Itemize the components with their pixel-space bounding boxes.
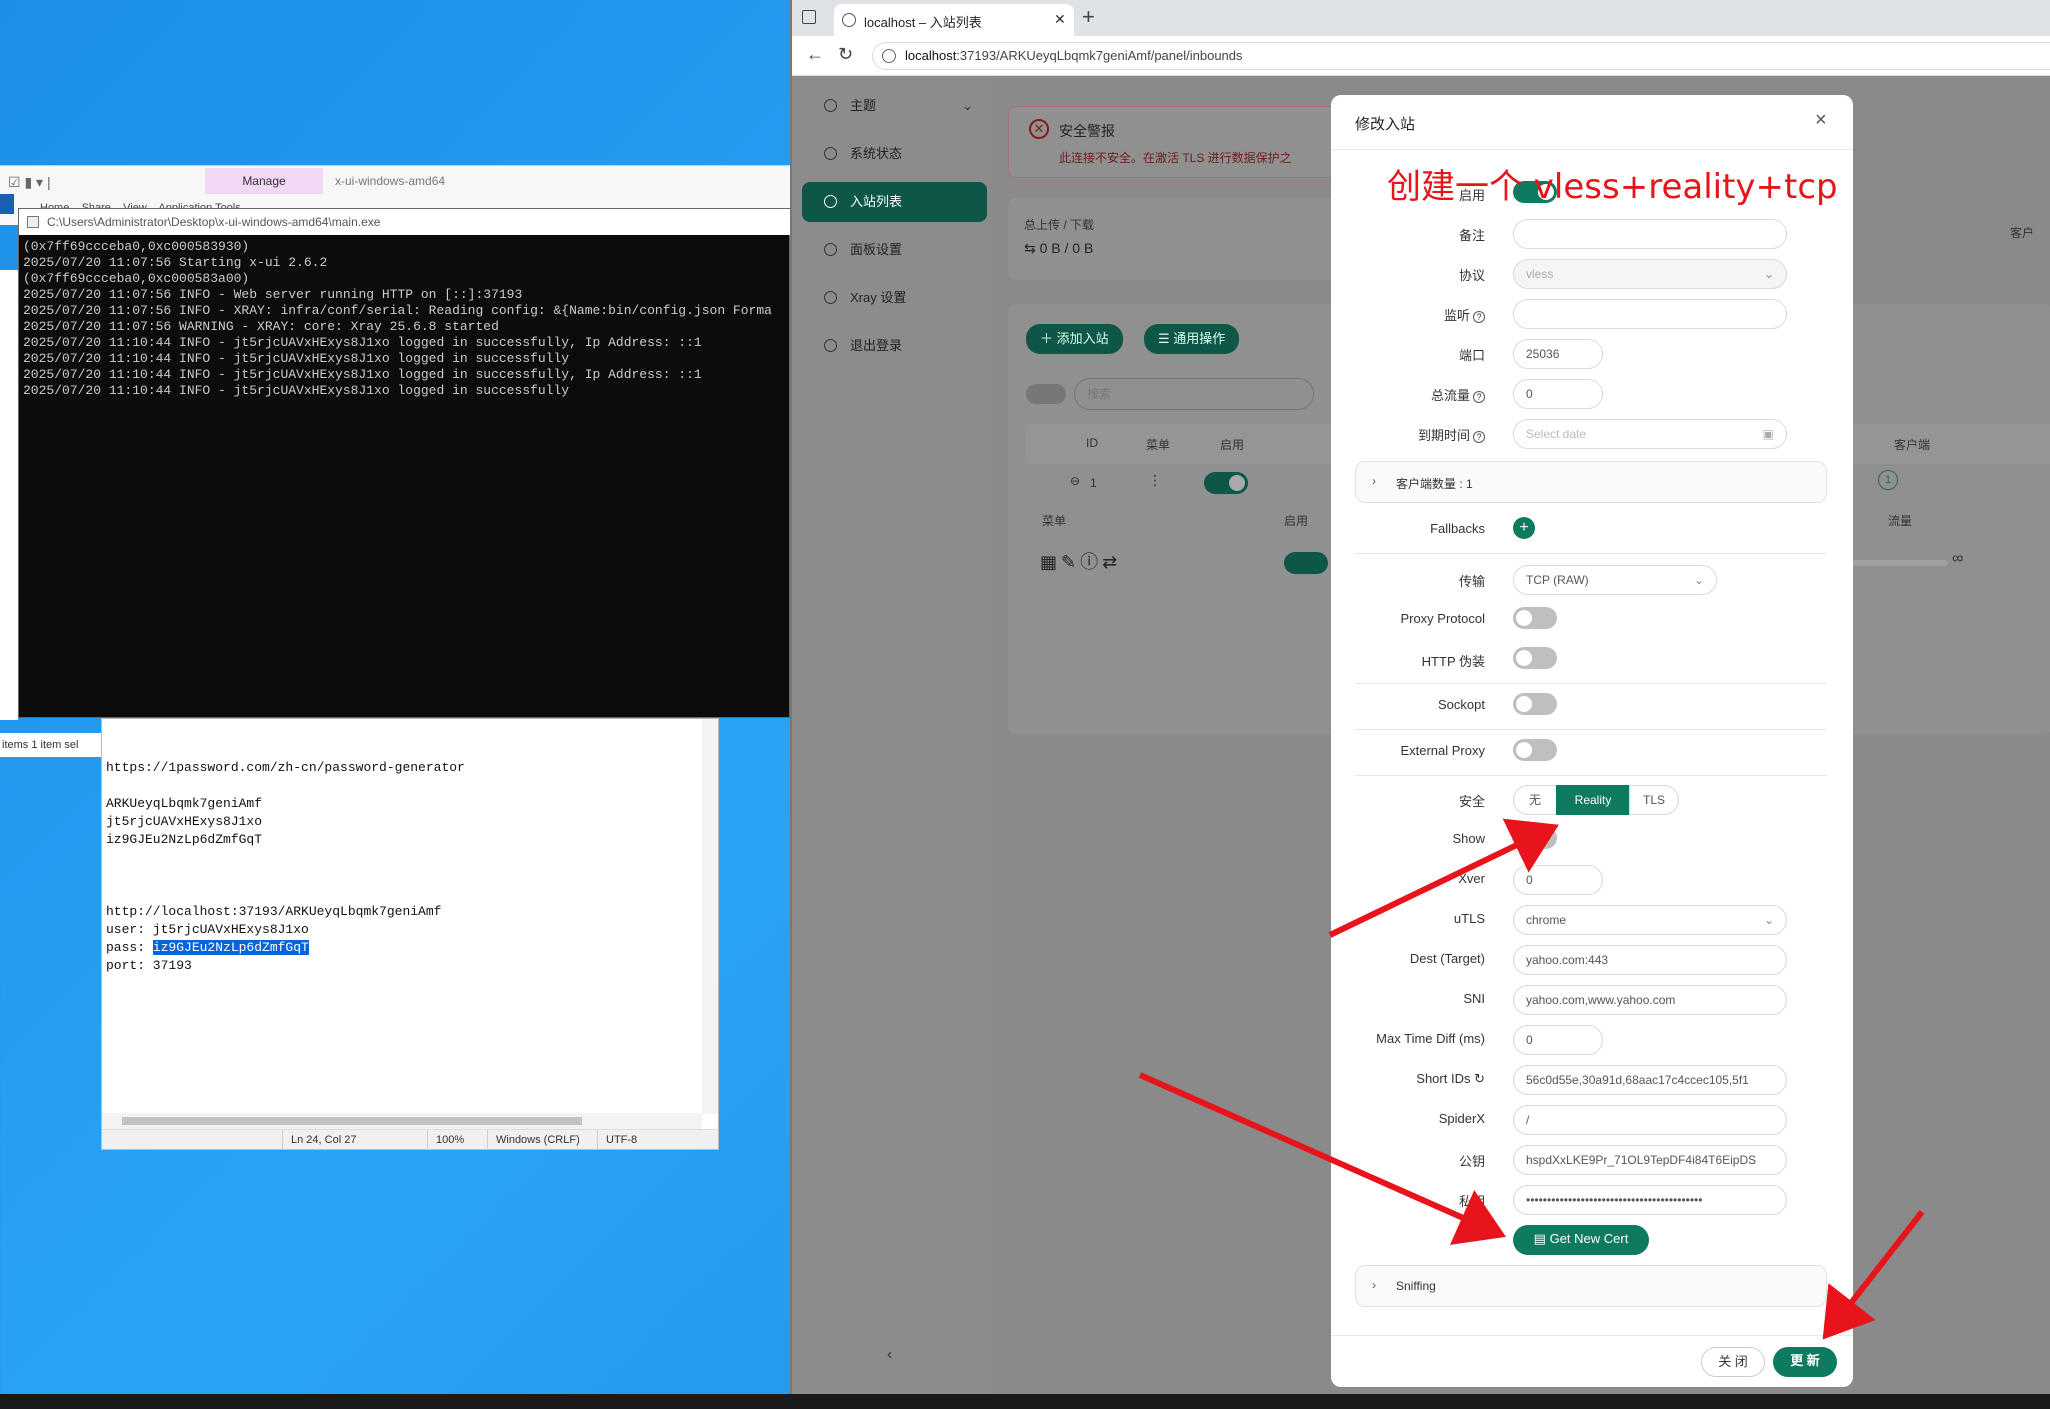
arrow-to-get-cert <box>1138 1072 1506 1245</box>
arrow-to-update <box>1822 1210 1925 1340</box>
arrow-to-reality <box>1328 818 1559 938</box>
annotation-arrows <box>1138 818 1925 1340</box>
